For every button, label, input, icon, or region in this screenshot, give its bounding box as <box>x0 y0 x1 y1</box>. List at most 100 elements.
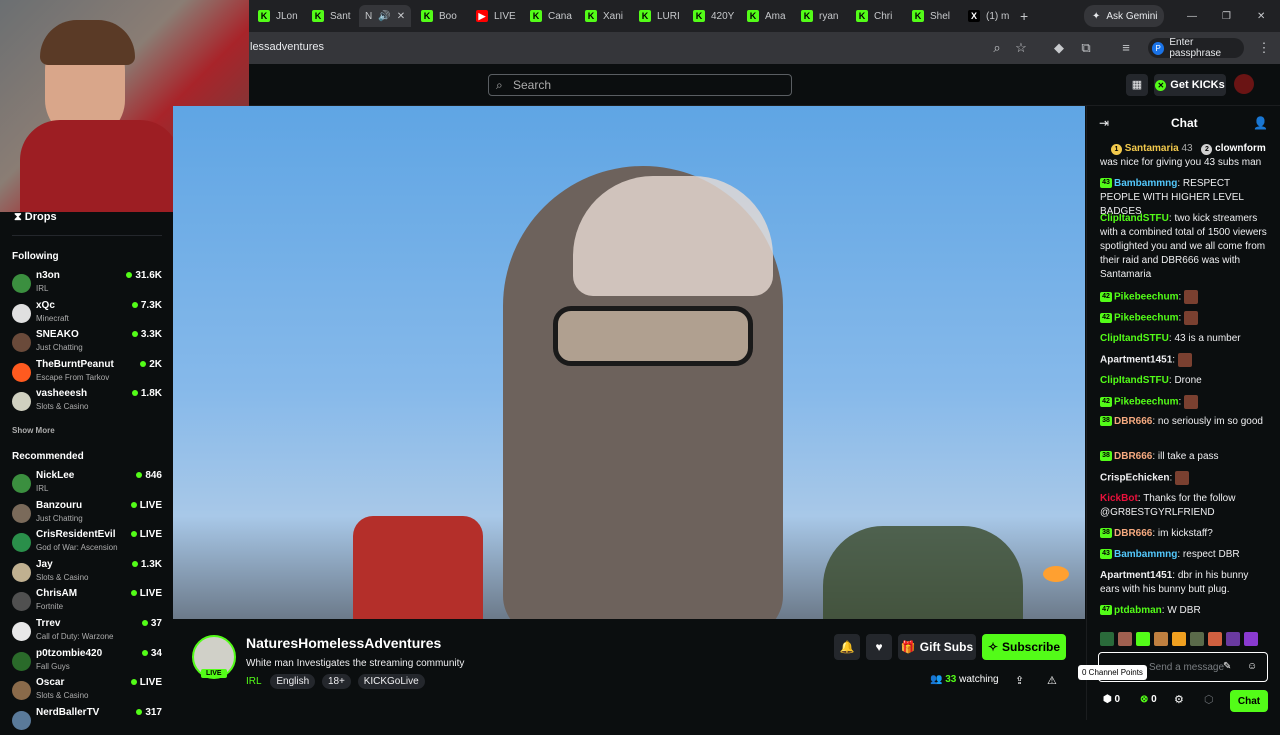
url-field[interactable]: lessadventures <box>250 41 324 53</box>
browser-tab[interactable]: Kryan <box>801 5 845 27</box>
gifter-name[interactable]: clownform <box>1215 143 1266 154</box>
chat-username[interactable]: Pikebeechum <box>1114 313 1178 324</box>
sidebar-channel[interactable]: xQc Minecraft 7.3K <box>12 300 162 328</box>
search-input[interactable]: ⌕ Search <box>488 74 792 96</box>
sidebar-channel[interactable]: Banzouru Just Chatting LIVE <box>12 500 162 528</box>
sidebar-channel[interactable]: NerdBallerTV 317 <box>12 707 162 735</box>
zoom-search-icon[interactable]: ⌕ <box>989 40 1005 56</box>
emote[interactable] <box>1190 632 1204 646</box>
sidebar-channel[interactable]: Trrev Call of Duty: Warzone 37 <box>12 618 162 646</box>
chat-username[interactable]: ClipItandSTFU <box>1100 213 1169 224</box>
tag[interactable]: 18+ <box>321 674 351 689</box>
sidebar-channel[interactable]: TheBurntPeanut Escape From Tarkov 2K <box>12 359 162 387</box>
browser-tab[interactable]: K LURI <box>639 5 683 27</box>
follow-heart-icon[interactable]: ♥ <box>866 634 892 660</box>
chat-username[interactable]: DBR666 <box>1114 528 1152 539</box>
extension-icon[interactable]: ◆ <box>1051 40 1067 56</box>
media-control-icon[interactable]: ≡ <box>1118 40 1134 56</box>
emote[interactable] <box>1136 632 1150 646</box>
ask-gemini-button[interactable]: ✦ Ask Gemini <box>1084 5 1164 27</box>
browser-tab[interactable]: K Ama <box>747 5 791 27</box>
browser-tab[interactable]: K Sant <box>312 5 356 27</box>
emote[interactable] <box>1118 632 1132 646</box>
share-icon[interactable]: ⇪ <box>1015 674 1024 687</box>
sidebar-channel[interactable]: NickLee IRL 846 <box>12 470 162 498</box>
emote[interactable] <box>1172 632 1186 646</box>
channel-name[interactable]: NaturesHomelessAdventures <box>246 635 441 651</box>
extensions-puzzle-icon[interactable]: ⧉ <box>1078 40 1094 56</box>
user-avatar[interactable] <box>1234 74 1254 94</box>
minimize-button[interactable]: — <box>1187 5 1201 27</box>
chat-send-button[interactable]: Chat <box>1230 690 1268 712</box>
gift-subs-button[interactable]: 🎁 Gift Subs <box>898 634 976 660</box>
chat-username[interactable]: KickBot <box>1100 493 1138 504</box>
chat-username[interactable]: Apartment1451 <box>1100 355 1172 366</box>
browser-tab[interactable]: K Chri <box>856 5 900 27</box>
emote[interactable] <box>1226 632 1240 646</box>
theatre-mode-icon[interactable]: ▦ <box>1126 74 1148 96</box>
chat-username[interactable]: ClipItandSTFU <box>1100 375 1169 386</box>
sidebar-channel[interactable]: p0tzombie420 Fall Guys 34 <box>12 648 162 676</box>
sparkle-icon: ✧ <box>987 640 999 654</box>
new-tab-button[interactable]: + <box>1020 5 1036 27</box>
collapse-chat-icon[interactable]: ⇥ <box>1099 116 1109 130</box>
category-link[interactable]: IRL <box>246 676 262 687</box>
sidebar-channel[interactable]: Oscar Slots & Casino LIVE <box>12 677 162 705</box>
close-window-button[interactable]: ✕ <box>1257 5 1271 27</box>
restore-button[interactable]: ❐ <box>1222 5 1236 27</box>
chat-username[interactable]: Bambammng <box>1114 178 1177 189</box>
browser-tab[interactable]: X (1) m <box>968 5 1012 27</box>
emote[interactable] <box>1100 632 1114 646</box>
sidebar-channel[interactable]: ChrisAM Fortnite LIVE <box>12 588 162 616</box>
chat-username[interactable]: Bambammng <box>1114 549 1177 560</box>
browser-tab-active[interactable]: N 🔊 ✕ <box>359 5 411 27</box>
settings-gear-icon[interactable]: ⚙ <box>1174 693 1184 706</box>
tag[interactable]: KICKGoLive <box>357 674 425 689</box>
notification-bell-icon[interactable]: 🔔 <box>834 634 860 660</box>
chat-separator: : <box>1172 354 1178 366</box>
chat-username[interactable]: CrispEchicken <box>1100 473 1169 484</box>
subscriber-badge: 38 <box>1100 451 1112 462</box>
subscribe-button[interactable]: ✧ Subscribe <box>982 634 1066 660</box>
chat-username[interactable]: Pikebeechum <box>1114 397 1178 408</box>
close-tab-icon[interactable]: ✕ <box>397 11 405 22</box>
emote[interactable] <box>1208 632 1222 646</box>
chat-username[interactable]: DBR666 <box>1114 416 1152 427</box>
report-icon[interactable]: ⚠ <box>1047 674 1057 687</box>
bookmark-star-icon[interactable]: ☆ <box>1013 40 1029 56</box>
emote[interactable] <box>1244 632 1258 646</box>
badge-icon[interactable]: ⬡ <box>1204 693 1214 706</box>
emote[interactable] <box>1154 632 1168 646</box>
chat-username[interactable]: Pikebeechum <box>1114 292 1178 303</box>
chat-username[interactable]: ptdabman <box>1114 605 1162 616</box>
browser-tab[interactable]: K 420Y <box>693 5 737 27</box>
passphrase-button[interactable]: P Enter passphrase <box>1148 37 1244 59</box>
video-light <box>1043 566 1069 582</box>
menu-dots-icon[interactable]: ⋮ <box>1256 40 1272 56</box>
browser-tab[interactable]: K Xani <box>585 5 629 27</box>
sidebar-item-drops[interactable]: ⧗ Drops <box>14 211 57 224</box>
chat-users-icon[interactable]: 👤 <box>1253 116 1268 130</box>
chat-username[interactable]: DBR666 <box>1114 451 1152 462</box>
browser-tab[interactable]: K Cana <box>530 5 574 27</box>
browser-tab[interactable]: K Boo <box>421 5 465 27</box>
chat-username[interactable]: Apartment1451 <box>1100 570 1172 581</box>
kicks-balance[interactable]: ⊗ 0 <box>1140 694 1157 705</box>
browser-tab[interactable]: K Shel <box>912 5 956 27</box>
browser-tab[interactable]: K JLon <box>258 5 302 27</box>
translate-icon[interactable]: ✎ <box>1223 661 1231 672</box>
get-kicks-button[interactable]: ✕ Get KICKs <box>1154 74 1226 96</box>
show-more-link[interactable]: Show More <box>12 426 55 435</box>
sidebar-channel[interactable]: CrisResidentEvil God of War: Ascension LIV… <box>12 529 162 557</box>
channel-points[interactable]: ⬢ 0 <box>1103 694 1120 705</box>
tag[interactable]: English <box>270 674 316 689</box>
sidebar-channel[interactable]: vasheeesh Slots & Casino 1.8K <box>12 388 162 416</box>
chat-username[interactable]: ClipItandSTFU <box>1100 333 1169 344</box>
sidebar-channel[interactable]: n3on IRL 31.6K <box>12 270 162 298</box>
video-player[interactable] <box>173 106 1085 619</box>
browser-tab[interactable]: ▶ LIVE <box>476 5 520 27</box>
sidebar-channel[interactable]: SNEAKO Just Chatting 3.3K <box>12 329 162 357</box>
gifter-name[interactable]: Santamaria <box>1125 143 1179 154</box>
emoji-icon[interactable]: ☺ <box>1247 661 1257 672</box>
sidebar-channel[interactable]: Jay Slots & Casino 1.3K <box>12 559 162 587</box>
